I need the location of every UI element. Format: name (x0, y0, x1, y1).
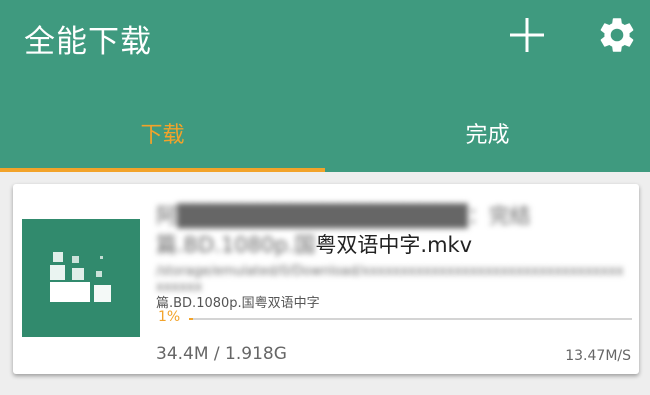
settings-button[interactable] (596, 14, 638, 56)
file-name-tail: 粤双语中字.mkv (315, 233, 473, 257)
tab-downloading[interactable]: 下载 (0, 100, 325, 172)
file-name-redacted: 阿██████████████████：完结 (156, 204, 531, 228)
app-bar: 全能下载 下载 完成 (0, 0, 650, 172)
plus-icon (510, 18, 544, 52)
download-speed: 13.47M/S (565, 348, 631, 364)
download-task-card[interactable]: 阿██████████████████：完结 篇.BD.1080p.国粤双语中字… (13, 184, 639, 374)
progress-bar (189, 318, 632, 320)
file-thumbnail (22, 219, 140, 337)
tab-downloading-label: 下载 (140, 123, 185, 148)
download-file-name: 阿██████████████████：完结 篇.BD.1080p.国粤双语中字… (156, 202, 616, 260)
download-file-path: /storage/emulated/0/Download/xxxxxxxxxxx… (156, 264, 626, 312)
app-title: 全能下载 (24, 24, 152, 60)
add-download-button[interactable] (506, 14, 548, 56)
progress-bar-fill (189, 318, 194, 320)
file-blocks-icon (50, 252, 111, 302)
active-tab-indicator (0, 168, 325, 172)
tab-completed[interactable]: 完成 (325, 100, 650, 172)
tab-completed-label: 完成 (465, 123, 510, 148)
download-size: 34.4M / 1.918G (156, 344, 287, 364)
file-name-redacted-2: 篇.BD.1080p.国 (156, 233, 316, 257)
file-path-tail: 篇.BD.1080p.国粤双语中字 (156, 296, 320, 311)
gear-icon (600, 18, 634, 52)
progress-percent: 1% (158, 309, 181, 325)
file-path-redacted: /storage/emulated/0/Download/xxxxxxxxxxx… (156, 264, 624, 295)
